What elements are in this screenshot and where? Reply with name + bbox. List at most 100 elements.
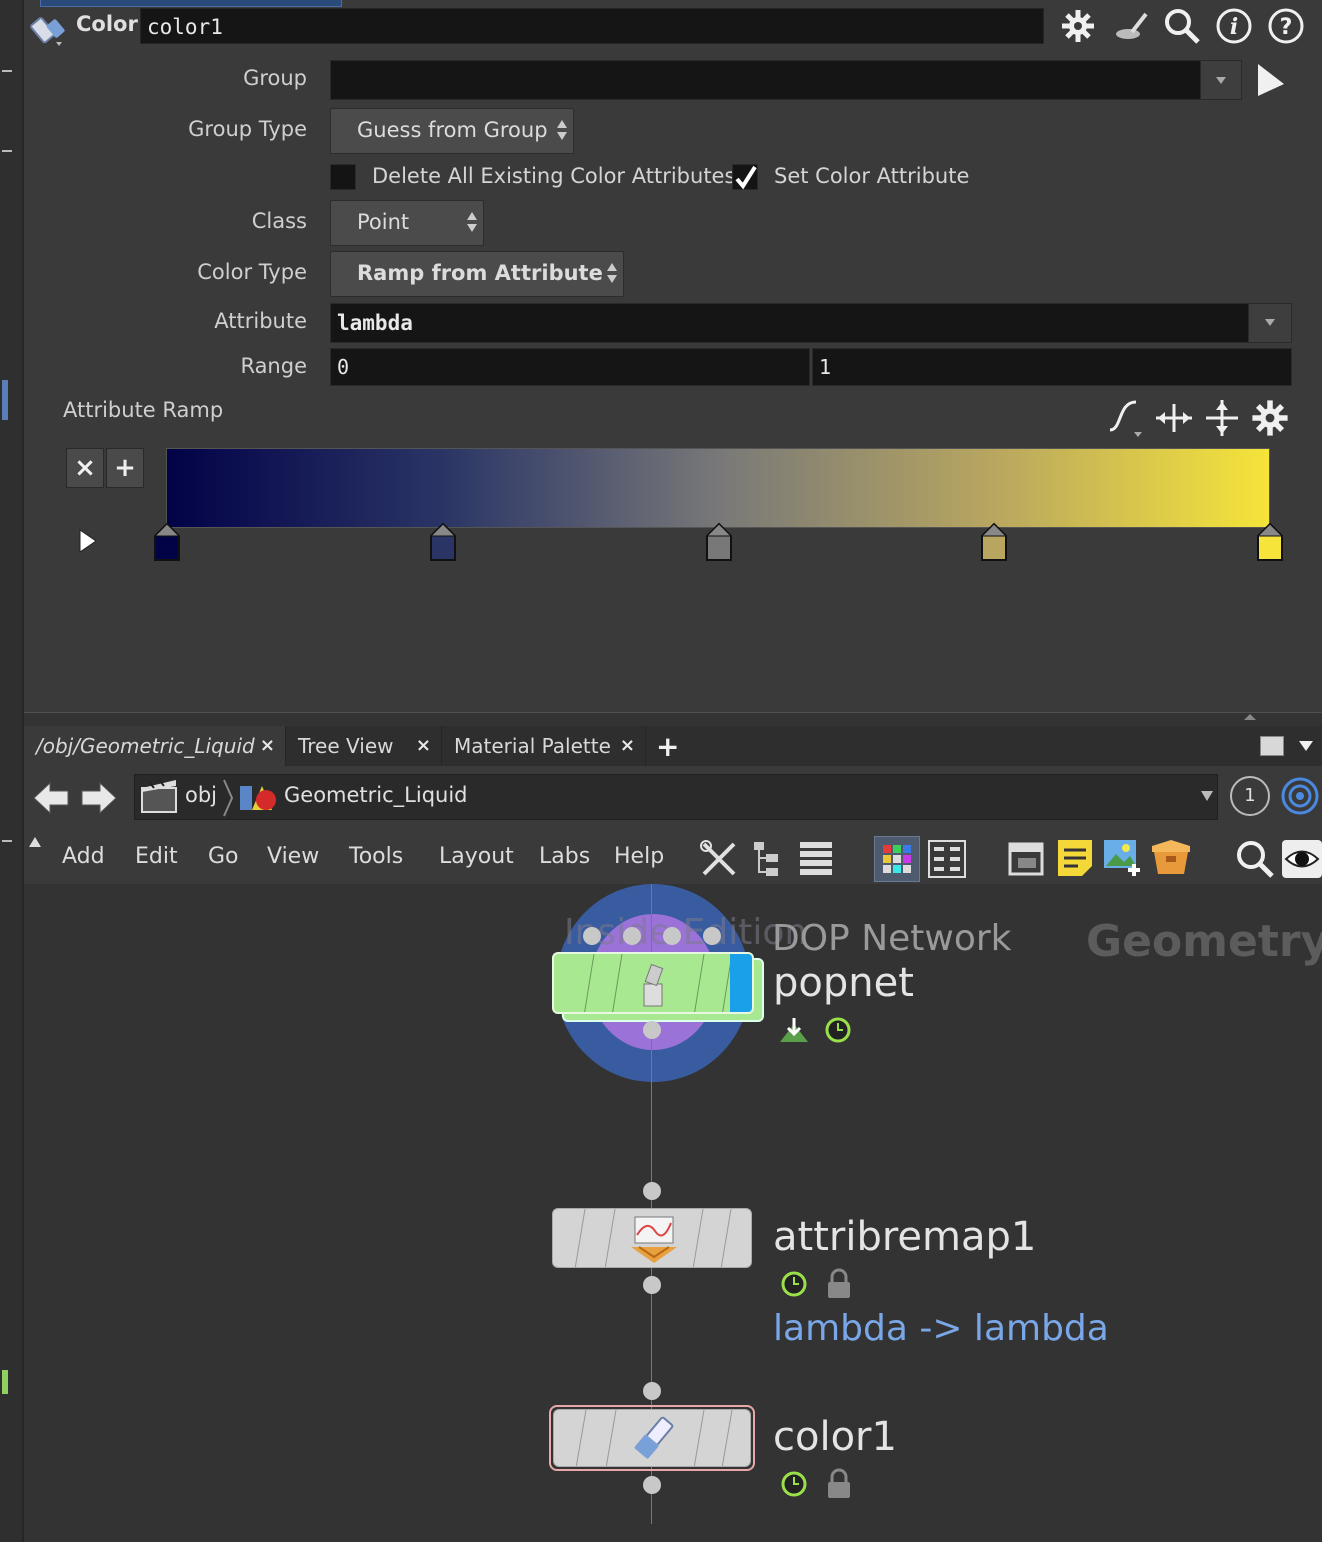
tools-icon[interactable] — [698, 838, 740, 880]
pane-menu-chevron-icon[interactable] — [1298, 740, 1314, 752]
color1-node[interactable] — [553, 1409, 751, 1467]
tab-network[interactable]: /obj/Geometric_Liquid × — [24, 726, 286, 766]
display-options-eye-icon[interactable] — [1282, 840, 1322, 878]
play-arrow-icon[interactable] — [76, 526, 100, 556]
tab-material-palette-label: Material Palette — [454, 734, 611, 758]
group-type-menu[interactable]: Guess from Group — [330, 108, 574, 154]
pan-tool-icon[interactable] — [1110, 6, 1150, 46]
add-key-button[interactable]: + — [106, 448, 144, 488]
forward-arrow-icon[interactable] — [80, 780, 118, 816]
menu-view[interactable]: View — [267, 844, 319, 869]
menu-go[interactable]: Go — [208, 844, 239, 869]
color-type-label: Color Type — [197, 260, 307, 284]
tab-tree-view[interactable]: Tree View × — [286, 726, 442, 766]
attribute-field[interactable]: lambda — [330, 303, 1292, 343]
interpolation-icon[interactable] — [1108, 398, 1144, 438]
gear-icon[interactable] — [1248, 396, 1292, 440]
sticky-note-icon[interactable] — [1056, 838, 1094, 878]
color1-name[interactable]: color1 — [773, 1414, 897, 1460]
menu-tools[interactable]: Tools — [349, 844, 403, 869]
input-connector[interactable] — [663, 927, 681, 945]
range-min-field[interactable]: 0 — [330, 348, 810, 386]
tree-layout-icon[interactable] — [752, 840, 784, 880]
ramp-key-marker[interactable] — [705, 522, 733, 562]
back-arrow-icon[interactable] — [32, 780, 70, 816]
output-connector[interactable] — [643, 1021, 661, 1039]
add-image-icon[interactable] — [1102, 838, 1144, 878]
delete-all-checkbox[interactable] — [330, 164, 356, 190]
output-connector[interactable] — [643, 1276, 661, 1294]
close-icon[interactable]: × — [260, 726, 275, 766]
help-icon[interactable]: ? — [1266, 6, 1306, 46]
lock-icon[interactable] — [826, 1268, 852, 1300]
up-down-icon — [467, 212, 477, 232]
network-context-label: Geometry — [1086, 916, 1322, 967]
close-icon[interactable]: × — [416, 726, 431, 766]
checkmark-icon — [735, 165, 757, 190]
input-connector[interactable] — [643, 1382, 661, 1400]
chevron-down-icon — [1216, 77, 1226, 84]
menu-help[interactable]: Help — [614, 844, 664, 869]
ramp-gradient[interactable] — [166, 448, 1270, 528]
info-icon[interactable]: i — [1214, 6, 1254, 46]
input-connector[interactable] — [703, 927, 721, 945]
insert-key-icon[interactable] — [1202, 398, 1242, 438]
search-icon[interactable] — [1234, 838, 1276, 880]
set-color-checkbox[interactable] — [732, 164, 758, 190]
search-icon[interactable] — [1162, 6, 1202, 46]
path-dropdown-chevron-icon[interactable] — [1200, 790, 1214, 802]
node-name-field[interactable]: color1 — [140, 8, 1044, 44]
ramp-key-marker[interactable] — [1256, 522, 1284, 562]
up-down-icon — [607, 263, 617, 283]
color-type-menu[interactable]: Ramp from Attribute — [330, 251, 624, 297]
delete-key-button[interactable]: × — [66, 448, 104, 488]
add-tab-icon[interactable]: + — [656, 730, 679, 763]
select-arrow-icon[interactable] — [1254, 60, 1290, 100]
tab-material-palette[interactable]: Material Palette × — [442, 726, 646, 766]
path-root[interactable]: obj — [185, 783, 217, 807]
input-connector[interactable] — [623, 927, 641, 945]
range-label: Range — [240, 354, 307, 378]
attribremap1-name[interactable]: attribremap1 — [773, 1214, 1036, 1260]
pane-divider[interactable] — [24, 712, 1322, 727]
link-pane-icon[interactable] — [1280, 776, 1320, 816]
grid-view-toggle[interactable] — [874, 836, 920, 882]
close-icon[interactable]: × — [620, 726, 635, 766]
collapse-up-icon[interactable] — [28, 836, 42, 848]
maximize-pane-icon[interactable] — [1260, 736, 1284, 756]
ramp-key-marker[interactable] — [429, 522, 457, 562]
digital-asset-icon[interactable] — [1150, 838, 1192, 878]
attribute-value: lambda — [337, 311, 413, 335]
attribremap1-comment: lambda -> lambda — [773, 1308, 1109, 1349]
attribremap1-node[interactable] — [552, 1208, 752, 1268]
input-connector[interactable] — [643, 1182, 661, 1200]
input-connector[interactable] — [583, 927, 601, 945]
range-max-field[interactable]: 1 — [812, 348, 1292, 386]
popnet-node[interactable] — [552, 952, 754, 1014]
group-dropdown-button[interactable] — [1200, 61, 1241, 99]
group-type-label: Group Type — [188, 117, 307, 141]
attribute-dropdown-button[interactable] — [1248, 304, 1291, 342]
output-connector[interactable] — [643, 1476, 661, 1494]
group-field[interactable] — [330, 60, 1242, 100]
gear-icon[interactable] — [1058, 6, 1098, 46]
class-menu[interactable]: Point — [330, 200, 484, 246]
menu-labs[interactable]: Labs — [539, 844, 590, 869]
path-current[interactable]: Geometric_Liquid — [284, 783, 468, 807]
svg-text:i: i — [1230, 14, 1238, 40]
spread-keys-icon[interactable] — [1154, 398, 1194, 438]
menu-add[interactable]: Add — [62, 844, 105, 869]
list-view-icon[interactable] — [800, 840, 832, 878]
thumbnail-view-icon[interactable] — [926, 838, 968, 880]
menu-layout[interactable]: Layout — [439, 844, 514, 869]
menu-edit[interactable]: Edit — [135, 844, 178, 869]
network-box-icon[interactable] — [1008, 840, 1044, 878]
attribute-label: Attribute — [214, 309, 307, 333]
color-grid-icon — [883, 845, 911, 873]
obj-context-icon — [140, 778, 180, 816]
lock-icon[interactable] — [826, 1468, 852, 1500]
desktop-number[interactable]: 1 — [1230, 776, 1270, 816]
ramp-key-marker[interactable] — [153, 522, 181, 562]
ramp-key-marker[interactable] — [980, 522, 1008, 562]
popnet-name[interactable]: popnet — [773, 960, 914, 1006]
